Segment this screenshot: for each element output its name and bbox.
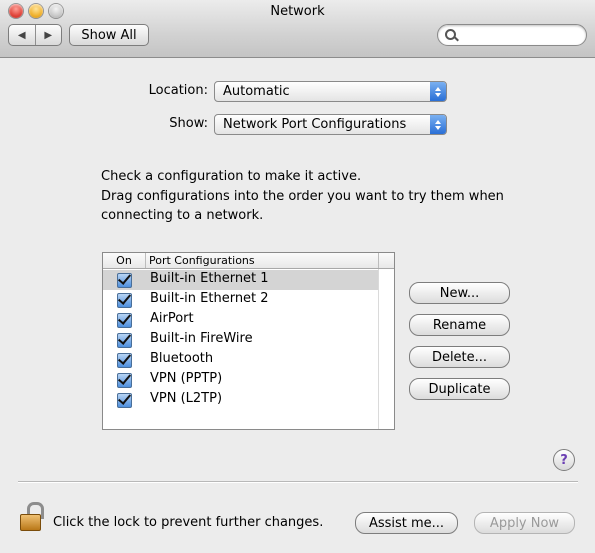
port-name: VPN (PPTP) xyxy=(150,371,223,386)
port-name: AirPort xyxy=(150,311,194,326)
port-name: Built-in Ethernet 1 xyxy=(150,271,269,286)
port-name: Built-in Ethernet 2 xyxy=(150,291,269,306)
port-name: Built-in FireWire xyxy=(150,331,253,346)
table-header: On Port Configurations xyxy=(103,253,394,269)
active-checkbox[interactable] xyxy=(117,313,132,328)
divider xyxy=(18,481,578,483)
table-row[interactable]: Built-in FireWire xyxy=(103,330,378,350)
back-arrow-icon[interactable]: ◀ xyxy=(9,25,35,45)
search-icon xyxy=(445,29,456,40)
active-checkbox[interactable] xyxy=(117,373,132,388)
table-row[interactable]: Built-in Ethernet 2 xyxy=(103,290,378,310)
port-name: VPN (L2TP) xyxy=(150,391,223,406)
location-popup[interactable]: Automatic xyxy=(214,81,447,102)
table-row[interactable]: VPN (L2TP) xyxy=(103,390,378,410)
window-titlebar: Network ◀ ▶ Show All xyxy=(0,0,595,58)
forward-arrow-icon[interactable]: ▶ xyxy=(34,25,62,45)
new-button[interactable]: New... xyxy=(409,282,510,304)
show-all-button[interactable]: Show All xyxy=(69,24,149,46)
popup-arrows-icon xyxy=(430,82,446,101)
show-popup[interactable]: Network Port Configurations xyxy=(214,114,447,135)
rename-button[interactable]: Rename xyxy=(409,314,510,336)
lock-message: Click the lock to prevent further change… xyxy=(53,515,324,530)
active-checkbox[interactable] xyxy=(117,353,132,368)
help-button[interactable]: ? xyxy=(553,449,575,471)
port-configurations-table: On Port Configurations Built-in Ethernet… xyxy=(102,252,395,430)
instructions: Check a configuration to make it active.… xyxy=(101,167,504,226)
table-row[interactable]: AirPort xyxy=(103,310,378,330)
show-label: Show: xyxy=(169,116,208,131)
instructions-line: Drag configurations into the order you w… xyxy=(101,188,504,204)
back-forward-control: ◀ ▶ xyxy=(8,24,62,46)
popup-arrows-icon xyxy=(430,115,446,134)
apply-now-button[interactable]: Apply Now xyxy=(474,512,575,534)
active-checkbox[interactable] xyxy=(117,293,132,308)
search-field[interactable] xyxy=(437,24,587,46)
location-value: Automatic xyxy=(223,84,290,99)
window-title: Network xyxy=(270,4,325,19)
location-label: Location: xyxy=(148,83,208,98)
active-checkbox[interactable] xyxy=(117,333,132,348)
delete-button[interactable]: Delete... xyxy=(409,346,510,368)
column-header-port-configurations[interactable]: Port Configurations xyxy=(149,253,255,268)
table-row[interactable]: VPN (PPTP) xyxy=(103,370,378,390)
assist-me-button[interactable]: Assist me... xyxy=(355,512,458,534)
duplicate-button[interactable]: Duplicate xyxy=(409,378,510,400)
column-header-on[interactable]: On xyxy=(103,253,146,268)
table-row[interactable]: Bluetooth xyxy=(103,350,378,370)
active-checkbox[interactable] xyxy=(117,393,132,408)
port-name: Bluetooth xyxy=(150,351,214,366)
active-checkbox[interactable] xyxy=(117,273,132,288)
instructions-line: connecting to a network. xyxy=(101,208,264,223)
table-row[interactable]: Built-in Ethernet 1 xyxy=(103,270,378,290)
lock-icon[interactable] xyxy=(20,502,44,531)
show-value: Network Port Configurations xyxy=(223,117,407,132)
instructions-line: Check a configuration to make it active. xyxy=(101,169,362,184)
